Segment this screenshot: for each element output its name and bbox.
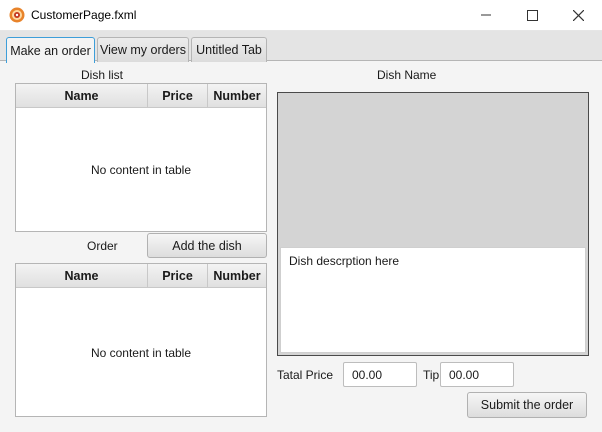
dish-name-label: Dish Name xyxy=(377,68,437,82)
column-header-number[interactable]: Number xyxy=(208,264,266,287)
minimize-button[interactable] xyxy=(463,0,509,30)
tab-make-an-order[interactable]: Make an order xyxy=(6,37,95,63)
table-header: Name Price Number xyxy=(16,264,266,288)
dish-description-area[interactable]: Dish descrption here xyxy=(280,247,586,353)
tip-label: Tip xyxy=(423,368,440,382)
title-bar: CustomerPage.fxml xyxy=(0,0,602,31)
empty-table-message: No content in table xyxy=(90,163,192,177)
column-header-name[interactable]: Name xyxy=(16,264,148,287)
dish-list-title: Dish list xyxy=(81,68,124,82)
empty-table-message: No content in table xyxy=(90,346,192,360)
tab-bar: Make an order View my orders Untitled Ta… xyxy=(0,31,602,63)
table-header: Name Price Number xyxy=(16,84,266,108)
close-icon xyxy=(572,9,584,21)
tip-field[interactable]: 00.00 xyxy=(440,362,514,387)
add-dish-button[interactable]: Add the dish xyxy=(147,233,267,258)
column-header-price[interactable]: Price xyxy=(148,84,208,107)
fxml-app-icon xyxy=(9,7,25,23)
order-table[interactable]: Name Price Number No content in table xyxy=(15,263,267,417)
dish-image-panel: Dish descrption here xyxy=(277,92,589,356)
total-price-label: Tatal Price xyxy=(277,368,334,382)
minimize-icon xyxy=(481,14,491,16)
column-header-price[interactable]: Price xyxy=(148,264,208,287)
tab-untitled[interactable]: Untitled Tab xyxy=(191,37,267,62)
column-header-name[interactable]: Name xyxy=(16,84,148,107)
total-price-field[interactable]: 00.00 xyxy=(343,362,417,387)
maximize-icon xyxy=(526,9,538,21)
tab-view-my-orders[interactable]: View my orders xyxy=(97,37,189,62)
order-title: Order xyxy=(87,239,118,253)
maximize-button[interactable] xyxy=(509,0,555,30)
dish-list-table[interactable]: Name Price Number No content in table xyxy=(15,83,267,232)
close-button[interactable] xyxy=(555,0,601,30)
submit-order-button[interactable]: Submit the order xyxy=(467,392,587,418)
column-header-number[interactable]: Number xyxy=(208,84,266,107)
window-title: CustomerPage.fxml xyxy=(31,8,137,22)
